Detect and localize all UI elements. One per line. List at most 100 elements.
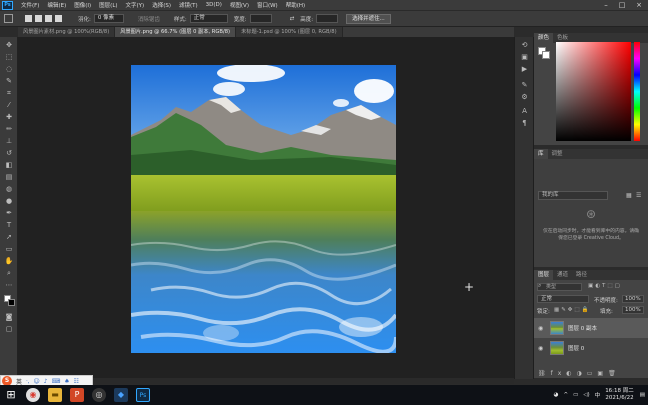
eraser-tool-icon[interactable]: ◧ xyxy=(4,161,14,169)
style-select[interactable]: 正常 xyxy=(189,14,228,23)
dodge-tool-icon[interactable]: ● xyxy=(4,197,14,205)
fill-input[interactable]: 100% xyxy=(622,306,644,314)
ime-menu-icon[interactable]: ☷ xyxy=(74,378,79,385)
more-tools-icon[interactable]: ⋯ xyxy=(4,281,14,289)
menu-layer[interactable]: 图层(L) xyxy=(95,1,121,9)
panel-background-swatch[interactable] xyxy=(542,51,550,59)
gradient-tool-icon[interactable]: ▤ xyxy=(4,173,14,181)
character-panel-icon[interactable]: A xyxy=(520,107,529,115)
menu-view[interactable]: 视图(V) xyxy=(226,1,253,9)
tray-clock[interactable]: 16:18 周二 2021/6/22 xyxy=(605,388,634,402)
tab-layers[interactable]: 图层 xyxy=(534,270,554,280)
ime-skin-icon[interactable]: ♠ xyxy=(64,378,69,385)
crop-tool-icon[interactable]: ⌗ xyxy=(4,89,14,97)
type-tool-icon[interactable]: T xyxy=(4,221,14,229)
menu-help[interactable]: 帮助(H) xyxy=(282,1,309,9)
opacity-input[interactable]: 100% xyxy=(622,295,644,303)
new-selection-icon[interactable] xyxy=(25,15,32,22)
list-view-icon[interactable]: ☰ xyxy=(636,192,641,199)
ime-emoji-icon[interactable]: ☺ xyxy=(33,378,39,385)
brush-panel-icon[interactable]: ✎ xyxy=(520,81,529,89)
close-icon[interactable]: × xyxy=(631,0,647,10)
background-color-swatch[interactable] xyxy=(8,299,15,306)
healing-brush-tool-icon[interactable]: ✚ xyxy=(4,113,14,121)
quick-mask-icon[interactable]: ◙ xyxy=(4,313,14,321)
intersect-selection-icon[interactable] xyxy=(55,15,62,22)
menu-window[interactable]: 窗口(W) xyxy=(253,1,282,9)
media-player-icon[interactable]: ◎ xyxy=(92,388,106,402)
tray-volume-icon[interactable]: ◁) xyxy=(583,392,589,398)
feather-input[interactable]: 0 像素 xyxy=(93,14,124,23)
photoshop-taskbar-icon[interactable]: Ps xyxy=(136,388,150,402)
tab-document-3[interactable]: 未标题-1.psd @ 100% (图层 0, RGB/8) xyxy=(236,27,343,37)
tab-color[interactable]: 颜色 xyxy=(534,33,554,43)
document-image[interactable] xyxy=(131,65,396,353)
tab-document-2[interactable]: 风景图片.png @ 66.7% (图层 0 副本, RGB/8) xyxy=(115,27,237,37)
marquee-tool-preset-icon[interactable] xyxy=(4,14,13,23)
move-tool-icon[interactable]: ✥ xyxy=(4,41,14,49)
chrome-icon[interactable]: ◉ xyxy=(26,388,40,402)
tray-network-icon[interactable]: ▭ xyxy=(573,392,578,398)
brush-settings-icon[interactable]: ⚙ xyxy=(520,93,529,101)
marquee-tool-icon[interactable]: ⬚ xyxy=(4,53,14,61)
width-input[interactable] xyxy=(249,14,272,23)
ime-punctuation-icon[interactable]: ᐧ, xyxy=(26,378,29,385)
layer-filter-icons[interactable]: ▣◐T⬚▢ xyxy=(588,283,622,289)
menu-type[interactable]: 文字(Y) xyxy=(122,1,149,9)
hand-tool-icon[interactable]: ✋ xyxy=(4,257,14,265)
grid-view-icon[interactable]: ▦ xyxy=(626,192,632,199)
tab-document-1[interactable]: 风景图片素材.png @ 100%(RGB/8) xyxy=(18,27,116,37)
shape-tool-icon[interactable]: ▭ xyxy=(4,245,14,253)
layer-actions-bar[interactable]: ⛓fx◐◑▭▣🗑 xyxy=(538,370,621,377)
antialias-checkbox[interactable]: 消除锯齿 xyxy=(138,15,160,23)
tray-chevron-icon[interactable]: ^ xyxy=(563,392,568,398)
tray-user-icon[interactable]: ◕ xyxy=(554,392,559,398)
blend-mode-select[interactable]: 正常 xyxy=(537,295,589,303)
blur-tool-icon[interactable]: ◍ xyxy=(4,185,14,193)
library-dropdown[interactable]: 我的库 xyxy=(538,191,608,200)
add-to-selection-icon[interactable] xyxy=(35,15,42,22)
file-explorer-icon[interactable]: ▬ xyxy=(48,388,62,402)
layer-row[interactable]: ◉ 图层 0 xyxy=(534,338,648,358)
pen-tool-icon[interactable]: ✒ xyxy=(4,209,14,217)
menu-3d[interactable]: 3D(D) xyxy=(202,2,226,8)
visibility-eye-icon[interactable]: ◉ xyxy=(538,325,546,332)
tab-libraries[interactable]: 库 xyxy=(534,149,548,159)
path-selection-tool-icon[interactable]: ➚ xyxy=(4,233,14,241)
layer-filter-select[interactable]: 类型 xyxy=(537,283,582,291)
powerpoint-icon[interactable]: P xyxy=(70,388,84,402)
lasso-tool-icon[interactable]: ◌ xyxy=(4,65,14,73)
tab-paths[interactable]: 路径 xyxy=(572,270,591,280)
quick-select-tool-icon[interactable]: ✎ xyxy=(4,77,14,85)
height-input[interactable] xyxy=(316,14,339,23)
notification-icon[interactable]: ▤ xyxy=(640,392,645,398)
subtract-selection-icon[interactable] xyxy=(45,15,52,22)
brush-tool-icon[interactable]: ✏ xyxy=(4,125,14,133)
screen-mode-icon[interactable]: ▢ xyxy=(4,325,14,333)
clone-stamp-tool-icon[interactable]: ⊥ xyxy=(4,137,14,145)
canvas-area[interactable]: + xyxy=(18,37,514,379)
eyedropper-tool-icon[interactable]: ⁄ xyxy=(4,101,14,109)
menu-select[interactable]: 选择(S) xyxy=(148,1,175,9)
ime-voice-icon[interactable]: ♪ xyxy=(44,378,48,385)
color-picker-field[interactable] xyxy=(556,42,631,141)
play-action-icon[interactable]: ▶ xyxy=(520,65,529,73)
maximize-icon[interactable]: □ xyxy=(614,0,630,10)
select-and-mask-button[interactable]: 选择并遮住... xyxy=(346,13,391,24)
photoshop-logo-icon[interactable]: Ps xyxy=(2,0,13,10)
ime-keyboard-icon[interactable]: ⌨ xyxy=(52,378,61,385)
tray-ime-icon[interactable]: 中 xyxy=(595,391,601,399)
layer-name[interactable]: 图层 0 副本 xyxy=(568,324,597,332)
swap-icon[interactable]: ⇄ xyxy=(290,16,295,22)
zoom-tool-icon[interactable]: ⌕ xyxy=(4,269,14,277)
menu-filter[interactable]: 滤镜(T) xyxy=(175,1,202,9)
menu-edit[interactable]: 编辑(E) xyxy=(43,1,70,9)
history-panel-icon[interactable]: ⟲ xyxy=(520,41,529,49)
layer-name[interactable]: 图层 0 xyxy=(568,344,584,352)
tab-channels[interactable]: 通道 xyxy=(553,270,572,280)
app-icon[interactable]: ◆ xyxy=(114,388,128,402)
menu-file[interactable]: 文件(F) xyxy=(17,1,43,9)
properties-panel-icon[interactable]: ▣ xyxy=(520,53,529,61)
history-brush-tool-icon[interactable]: ↺ xyxy=(4,149,14,157)
lock-icons[interactable]: ▦✎✥⬚🔒 xyxy=(554,307,590,313)
